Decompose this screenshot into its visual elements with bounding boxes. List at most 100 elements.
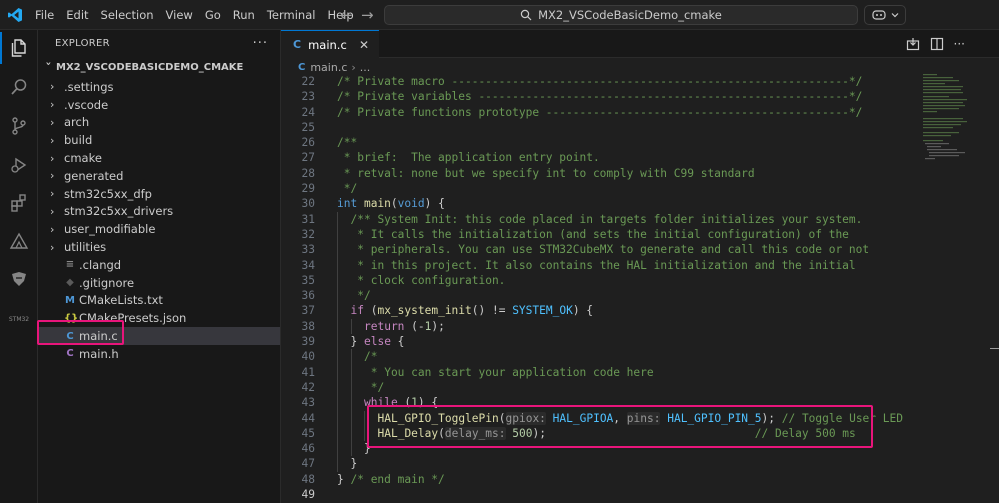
code-text: */ [364, 380, 384, 395]
code-text: if (mx_system_init() != SYSTEM_OK) { [351, 303, 594, 318]
chevron-right-icon: › [50, 151, 55, 165]
file-item-cmakepresets-json[interactable]: {} CMakePresets.json [38, 309, 280, 327]
code-token: ( [438, 426, 445, 440]
indent-guide [337, 242, 338, 258]
folder-item-settings[interactable]: › .settings [38, 78, 280, 96]
indent-guide [337, 318, 338, 335]
code-text: /** [337, 135, 357, 150]
indent-guide [337, 272, 338, 289]
indent-guide [337, 303, 338, 319]
indent-guide [350, 379, 352, 396]
menu-file[interactable]: File [35, 8, 54, 22]
code-line: 42 */ [281, 379, 921, 396]
menu-terminal[interactable]: Terminal [267, 8, 316, 22]
vertical-scrollbar[interactable] [990, 58, 999, 503]
line-number: 45 [301, 426, 315, 440]
menu-edit[interactable]: Edit [66, 8, 88, 22]
breadcrumb-file[interactable]: main.c [310, 61, 347, 74]
file-item-main-c[interactable]: Cmain.c [38, 327, 280, 345]
indent-guide [337, 211, 338, 227]
code-token: /** [337, 136, 358, 150]
code-token: ) { [417, 396, 439, 410]
line-number: 42 [301, 380, 315, 394]
file-item-main-h[interactable]: Cmain.h [38, 345, 280, 363]
tree-item-label: stm32c5xx_drivers [64, 204, 174, 219]
stm32-extension-icon[interactable] [7, 267, 31, 291]
folder-item-utilities[interactable]: › utilities [38, 238, 280, 256]
line-number: 24 [301, 105, 315, 119]
breadcrumb-symbol[interactable]: ... [360, 61, 371, 74]
code-text: * You can start your application code he… [364, 365, 654, 380]
close-icon[interactable]: ✕ [359, 38, 369, 52]
tree-item-label: CMakeLists.txt [79, 293, 163, 308]
code-token: * It calls the initialization (and sets … [350, 227, 849, 241]
split-editor-icon[interactable] [930, 37, 944, 51]
search-activity-icon[interactable] [7, 75, 31, 99]
line-number: 34 [301, 258, 315, 272]
indent-guide [337, 456, 338, 472]
chevron-right-icon: › [50, 240, 55, 254]
folder-item-build[interactable]: › build [38, 131, 280, 149]
menu-view[interactable]: View [166, 8, 193, 22]
line-number: 28 [301, 166, 315, 180]
stm32-cube-icon[interactable] [7, 230, 31, 254]
code-token: 1 [411, 396, 418, 410]
line-number: 31 [301, 212, 315, 226]
tree-item-label: .clangd [79, 257, 122, 272]
activity-bar: STM32 [0, 30, 38, 503]
code-editor[interactable]: 22 /* Private macro ---------------------… [281, 74, 921, 503]
code-token: ( [390, 197, 398, 211]
code-text: HAL_Delay(delay_ms: 500); // Delay 500 m… [378, 426, 856, 441]
run-debug-icon[interactable] [7, 153, 31, 177]
source-control-icon[interactable] [7, 114, 31, 138]
tab-bar: C main.c ✕ ··· [281, 30, 999, 58]
open-changes-icon[interactable] [906, 37, 920, 51]
code-token: SYSTEM_OK [512, 304, 573, 318]
line-number: 47 [301, 457, 315, 471]
stm32-label: STM32 [8, 316, 30, 323]
code-text: */ [337, 181, 357, 196]
folder-item-vscode[interactable]: › .vscode [38, 96, 280, 114]
code-token: // Delay 500 ms [754, 426, 856, 440]
tab-main-c[interactable]: C main.c ✕ [281, 30, 379, 58]
forward-arrow-icon[interactable]: → [361, 6, 374, 24]
code-text: return (-1); [364, 319, 445, 334]
folder-item-generated[interactable]: › generated [38, 167, 280, 185]
c-file-icon: C [293, 38, 302, 51]
extensions-icon[interactable] [7, 191, 31, 215]
code-token: else [363, 335, 398, 349]
code-token: HAL_Delay [377, 426, 439, 440]
folder-item-stm32c5xx-dfp[interactable]: › stm32c5xx_dfp [38, 185, 280, 203]
indent-guide [337, 288, 338, 304]
back-arrow-icon[interactable]: ← [340, 6, 353, 24]
workspace-root-folder[interactable]: › MX2_VSCODEBASICDEMO_CMAKE [38, 56, 280, 78]
more-actions-icon[interactable]: ··· [954, 37, 965, 51]
code-text: } else { [351, 334, 405, 349]
file-item-gitignore[interactable]: ◆ .gitignore [38, 274, 280, 292]
tree-item-label: main.c [79, 329, 118, 344]
file-item-clangd[interactable]: ≡ .clangd [38, 256, 280, 274]
menu-run[interactable]: Run [233, 8, 255, 22]
code-line: 43 while (1) { [281, 395, 921, 411]
folder-item-user-modifiable[interactable]: › user_modifiable [38, 220, 280, 238]
more-actions-icon[interactable]: ··· [253, 36, 268, 51]
folder-item-cmake[interactable]: › cmake [38, 149, 280, 167]
code-token: while [364, 396, 405, 410]
indent-guide [350, 349, 352, 365]
menu-go[interactable]: Go [205, 8, 221, 22]
explorer-icon[interactable] [0, 32, 31, 64]
editor-area: C main.c ✕ ··· C main.c › ... 22 /* Priva… [281, 30, 999, 503]
minimap[interactable] [921, 72, 991, 162]
code-text: int main(void) { [337, 196, 445, 211]
menu-selection[interactable]: Selection [101, 8, 154, 22]
command-center-search[interactable]: MX2_VSCodeBasicDemo_cmake [384, 5, 858, 25]
code-text: /** System Init: this code placed in tar… [351, 212, 863, 227]
file-item-cmakelists-txt[interactable]: M CMakeLists.txt [38, 292, 280, 310]
inlay-hint: pins: [626, 411, 661, 425]
folder-item-arch[interactable]: › arch [38, 114, 280, 132]
line-number: 41 [301, 365, 315, 379]
copilot-button[interactable] [864, 5, 906, 25]
folder-item-stm32c5xx-drivers[interactable]: › stm32c5xx_drivers [38, 203, 280, 221]
command-center-text: MX2_VSCodeBasicDemo_cmake [538, 8, 722, 22]
